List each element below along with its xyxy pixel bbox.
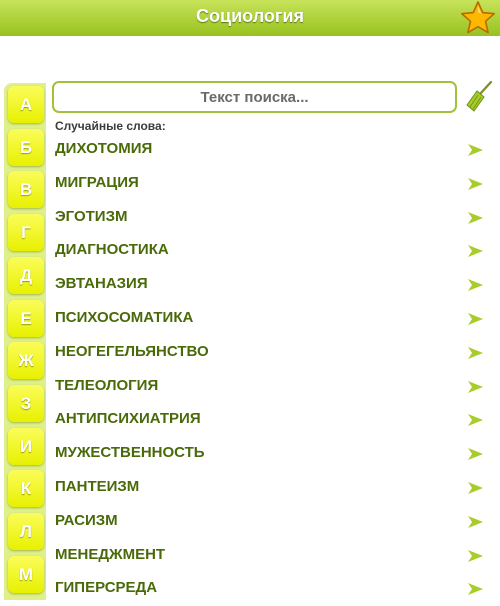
arrow-right-icon bbox=[468, 245, 483, 258]
letter-key[interactable]: З bbox=[8, 384, 44, 422]
word-list-item[interactable]: ГИПЕРСРЕДА bbox=[48, 572, 495, 606]
word-list-item[interactable]: МИГРАЦИЯ bbox=[48, 167, 495, 201]
word-label: АНТИПСИХИАТРИЯ bbox=[55, 410, 201, 428]
word-label: ПСИХОСОМАТИКА bbox=[55, 309, 194, 326]
arrow-right-icon bbox=[468, 414, 483, 427]
word-list-item[interactable]: МУЖЕСТВЕННОСТЬ bbox=[48, 437, 495, 471]
word-list-item[interactable]: ДИХОТОМИЯ bbox=[48, 133, 495, 167]
letter-key[interactable]: Д bbox=[8, 256, 44, 294]
letter-key[interactable]: А bbox=[8, 86, 44, 123]
letter-key[interactable]: В bbox=[8, 171, 44, 209]
word-list-item[interactable]: ТЕЛЕОЛОГИЯ bbox=[48, 370, 495, 404]
letter-key[interactable]: Л bbox=[8, 513, 44, 550]
arrow-right-icon bbox=[468, 448, 483, 461]
letter-key[interactable]: Ж bbox=[8, 342, 44, 380]
arrow-right-icon bbox=[468, 144, 483, 156]
word-label: РАСИЗМ bbox=[55, 511, 118, 529]
title-bar: Социология bbox=[0, 0, 500, 36]
word-list-item[interactable]: МЕНЕДЖМЕНТ bbox=[48, 539, 495, 573]
letter-key[interactable]: Г bbox=[8, 214, 44, 252]
word-list-item[interactable]: ЭГОТИЗМ bbox=[48, 201, 495, 235]
app-title: Социология bbox=[196, 6, 304, 26]
word-list-item[interactable]: ПАНТЕИЗМ bbox=[48, 471, 495, 505]
word-label: ДИАГНОСТИКА bbox=[55, 241, 169, 259]
favorites-button[interactable] bbox=[459, 0, 497, 36]
word-list-item[interactable]: ДИАГНОСТИКА bbox=[48, 234, 495, 268]
arrow-right-icon bbox=[468, 515, 483, 528]
arrow-right-icon bbox=[468, 313, 483, 325]
letter-key[interactable]: К bbox=[8, 470, 44, 508]
arrow-right-icon bbox=[468, 549, 483, 562]
star-icon bbox=[460, 1, 496, 34]
word-label: ТЕЛЕОЛОГИЯ bbox=[55, 376, 159, 394]
arrow-right-icon bbox=[468, 482, 483, 494]
arrow-right-icon bbox=[468, 583, 483, 596]
broom-icon bbox=[466, 80, 493, 112]
word-label: ДИХОТОМИЯ bbox=[55, 140, 153, 157]
word-label: ЭГОТИЗМ bbox=[55, 207, 128, 225]
search-input[interactable] bbox=[54, 83, 455, 111]
arrow-right-icon bbox=[468, 279, 483, 292]
word-label: НЕОГЕГЕЛЬЯНСТВО bbox=[55, 342, 209, 360]
word-list-item[interactable]: ЭВТАНАЗИЯ bbox=[48, 268, 495, 302]
arrow-right-icon bbox=[468, 346, 483, 359]
word-label: ПАНТЕИЗМ bbox=[55, 478, 140, 495]
arrow-right-icon bbox=[468, 380, 483, 393]
word-label: ЭВТАНАЗИЯ bbox=[55, 275, 148, 293]
word-list-item[interactable]: РАСИЗМ bbox=[48, 505, 495, 539]
word-label: МУЖЕСТВЕННОСТЬ bbox=[55, 444, 205, 462]
clear-search-button[interactable] bbox=[465, 80, 495, 114]
letter-key[interactable]: М bbox=[8, 555, 44, 593]
word-list-item[interactable]: НЕОГЕГЕЛЬЯНСТВО bbox=[48, 336, 495, 370]
random-words-label: Случайные слова: bbox=[55, 119, 166, 133]
word-label: МИГРАЦИЯ bbox=[55, 173, 139, 191]
word-label: МЕНЕДЖМЕНТ bbox=[55, 545, 166, 563]
letter-key[interactable]: И bbox=[8, 427, 44, 465]
search-box bbox=[52, 81, 457, 113]
arrow-right-icon bbox=[468, 211, 483, 224]
word-label: ГИПЕРСРЕДА bbox=[55, 579, 158, 597]
word-list-item[interactable]: АНТИПСИХИАТРИЯ bbox=[48, 403, 495, 437]
letter-key[interactable]: Б bbox=[8, 128, 44, 166]
letter-key[interactable]: Е bbox=[8, 299, 44, 337]
alphabet-index: АБВГДЕЖЗИКЛМ bbox=[4, 83, 46, 600]
arrow-right-icon bbox=[468, 177, 483, 190]
word-list-item[interactable]: ПСИХОСОМАТИКА bbox=[48, 302, 495, 336]
